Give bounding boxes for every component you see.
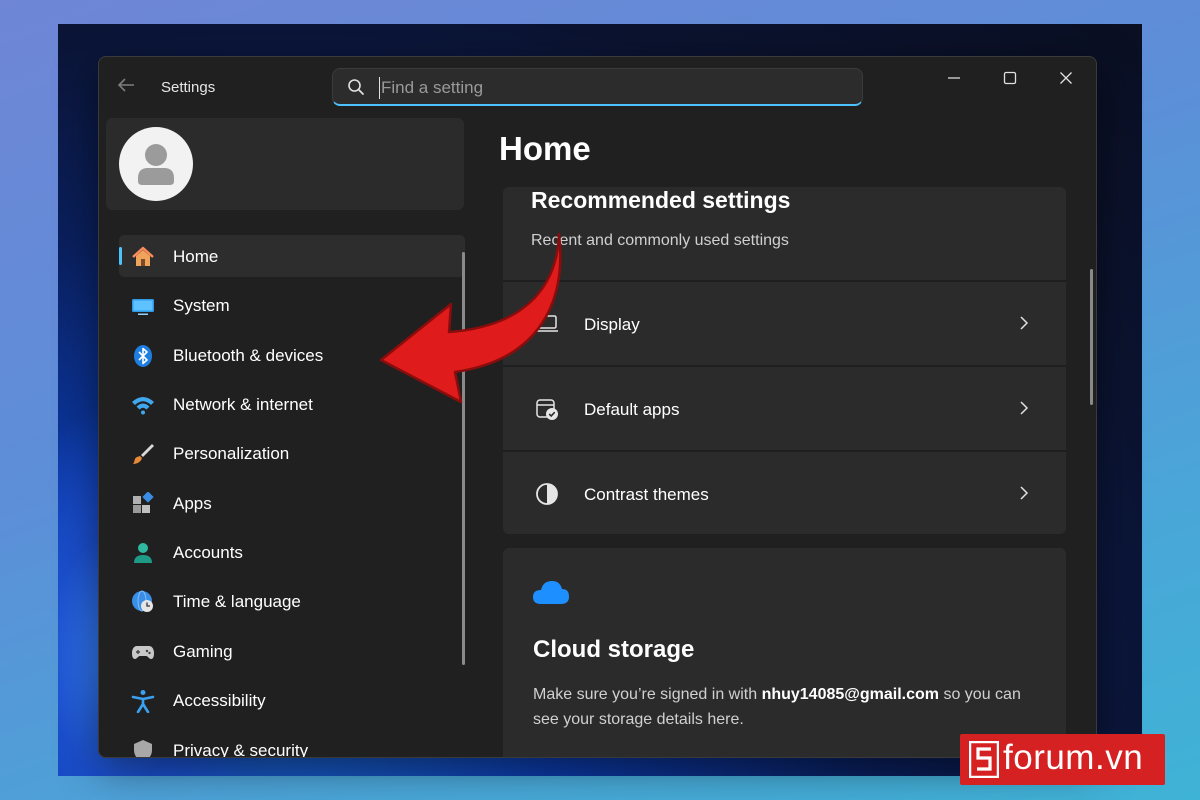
sidebar-item-label: Accessibility	[173, 691, 266, 710]
sidebar-item-accessibility[interactable]: Accessibility	[119, 679, 465, 721]
sidebar-item-label: Privacy & security	[173, 741, 309, 758]
globe-clock-icon	[132, 590, 153, 612]
text-caret	[379, 77, 380, 99]
sidebar-item-label: Accounts	[173, 543, 243, 562]
settings-window: Settings Home Syste	[98, 56, 1097, 758]
account-email: nhuy14085@gmail.com	[761, 686, 940, 703]
sidebar-item-label: Personalization	[173, 444, 290, 463]
sidebar-item-label: Time & language	[173, 592, 301, 611]
wifi-icon	[132, 397, 154, 415]
row-label: Contrast themes	[584, 485, 709, 504]
sforum-watermark: forum.vn	[960, 734, 1165, 785]
search-icon	[348, 79, 364, 95]
search-box[interactable]	[332, 68, 863, 106]
sidebar-item-label: Bluetooth & devices	[173, 346, 324, 365]
sidebar-item-apps[interactable]: Apps	[119, 482, 465, 524]
minimize-button[interactable]	[931, 65, 977, 91]
watermark-text: forum.vn	[1003, 738, 1144, 777]
cloud-storage-card: Cloud storage Make sure you’re signed in…	[503, 548, 1066, 757]
sidebar-item-gaming[interactable]: Gaming	[119, 630, 465, 672]
row-label: Default apps	[584, 400, 680, 419]
avatar	[119, 127, 193, 201]
recommended-row-contrast-themes[interactable]: Contrast themes	[503, 450, 1066, 534]
cloud-desc-text: Make sure you’re signed in with	[533, 686, 762, 703]
bluetooth-icon	[134, 345, 152, 367]
sidebar-item-label: Gaming	[173, 642, 233, 661]
chevron-right-icon	[1020, 316, 1029, 330]
onedrive-cloud-icon	[533, 581, 569, 604]
user-icon	[138, 144, 174, 185]
recommended-row-display[interactable]: Display	[503, 280, 1066, 364]
title-bar: Settings	[99, 57, 1096, 117]
recommended-title: Recommended settings	[531, 187, 791, 213]
profile-card[interactable]	[106, 118, 464, 210]
sforum-logo-icon	[969, 741, 999, 778]
row-label: Display	[584, 315, 640, 334]
back-button[interactable]	[117, 77, 141, 97]
cloud-storage-description: Make sure you’re signed in with nhuy1408…	[533, 682, 1043, 732]
arrow-left-icon	[117, 78, 134, 92]
recommended-settings-card: Recommended settings Recent and commonly…	[503, 187, 1066, 534]
shield-icon	[134, 740, 152, 757]
minimize-icon	[948, 77, 960, 79]
sidebar-item-time-language[interactable]: Time & language	[119, 580, 465, 622]
close-button[interactable]	[1043, 65, 1089, 91]
sidebar-item-label: Apps	[173, 494, 212, 513]
chevron-right-icon	[1020, 486, 1029, 500]
cloud-storage-title: Cloud storage	[533, 636, 695, 663]
content-scrollbar[interactable]	[1090, 269, 1093, 405]
maximize-icon	[1003, 71, 1017, 85]
app-title: Settings	[161, 79, 216, 96]
sidebar-item-privacy-security[interactable]: Privacy & security	[119, 729, 465, 758]
sidebar-item-accounts[interactable]: Accounts	[119, 531, 465, 573]
sidebar-item-personalization[interactable]: Personalization	[119, 432, 465, 474]
apps-icon	[133, 492, 154, 513]
sidebar-item-label: Home	[173, 247, 219, 266]
gamepad-icon	[132, 646, 154, 659]
chevron-right-icon	[1020, 401, 1029, 415]
search-input[interactable]	[381, 75, 841, 101]
sidebar-item-label: System	[173, 296, 230, 315]
page-title: Home	[499, 130, 591, 167]
home-icon	[132, 246, 154, 266]
recommended-subtitle: Recent and commonly used settings	[531, 232, 789, 249]
close-icon	[1060, 72, 1072, 84]
sidebar-item-label: Network & internet	[173, 395, 313, 414]
contrast-icon	[536, 483, 558, 505]
maximize-button[interactable]	[987, 65, 1033, 91]
brush-icon	[133, 444, 154, 464]
accessibility-icon	[131, 690, 155, 713]
system-icon	[132, 299, 154, 315]
red-annotation-arrow	[379, 232, 562, 404]
recommended-row-default-apps[interactable]: Default apps	[503, 365, 1066, 449]
account-icon	[134, 543, 152, 563]
